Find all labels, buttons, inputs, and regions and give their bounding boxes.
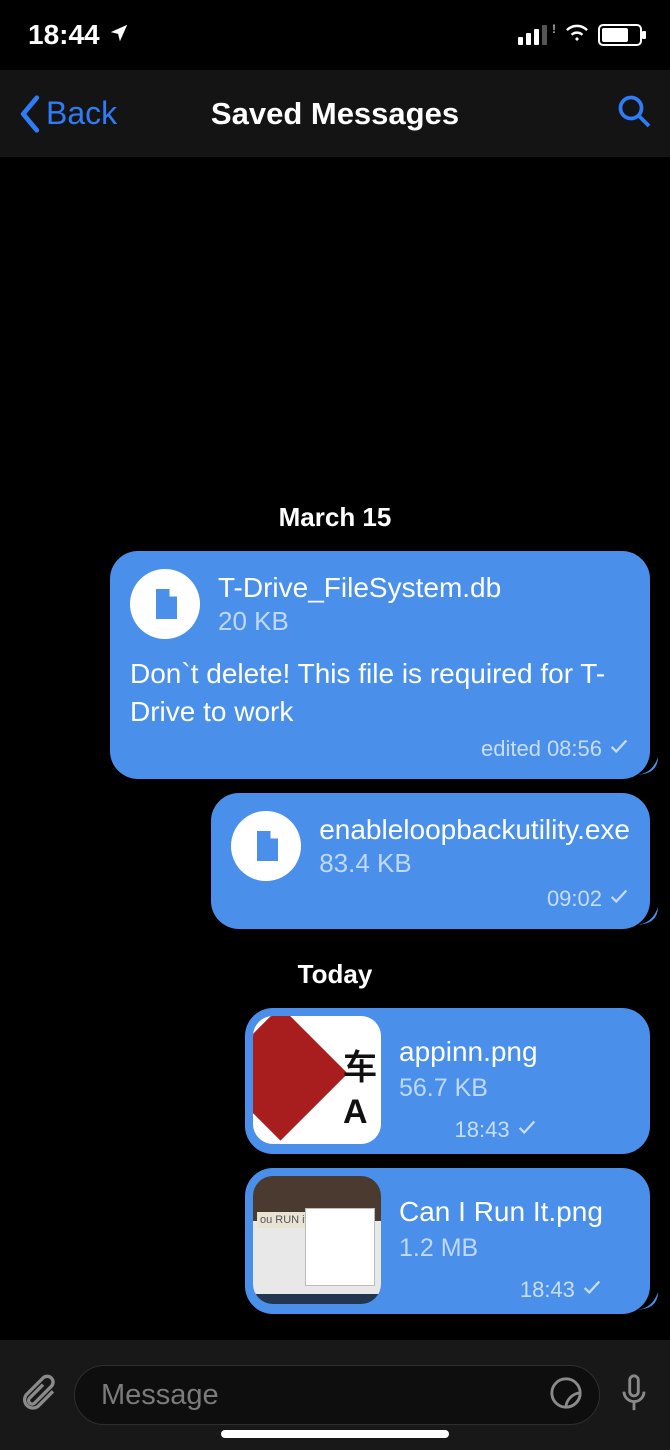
- date-separator: March 15: [0, 502, 670, 533]
- file-size: 56.7 KB: [399, 1074, 538, 1103]
- wifi-icon: [564, 19, 590, 52]
- status-time: 18:44: [28, 19, 100, 51]
- file-size: 83.4 KB: [319, 848, 630, 879]
- message-text: Don`t delete! This file is required for …: [130, 655, 630, 731]
- message-bubble[interactable]: enableloopbackutility.exe 83.4 KB 09:02: [211, 793, 650, 929]
- file-icon[interactable]: [130, 569, 200, 639]
- message-bubble[interactable]: appinn.png 56.7 KB 18:43: [245, 1008, 650, 1154]
- file-icon[interactable]: [231, 811, 301, 881]
- image-thumbnail[interactable]: ou RUN it: [253, 1176, 381, 1304]
- check-icon: [581, 1276, 603, 1304]
- check-icon: [608, 735, 630, 763]
- message-bubble[interactable]: ou RUN it Can I Run It.png 1.2 MB 18:43: [245, 1168, 650, 1314]
- search-icon: [616, 93, 652, 129]
- message-input[interactable]: Message: [74, 1365, 600, 1425]
- message-time: 18:43: [520, 1277, 575, 1303]
- file-name: appinn.png: [399, 1036, 538, 1068]
- message-row: ou RUN it Can I Run It.png 1.2 MB 18:43: [0, 1168, 670, 1314]
- back-label: Back: [46, 95, 117, 132]
- message-time: 08:56: [547, 736, 602, 762]
- paperclip-icon: [18, 1373, 58, 1413]
- thumb-text: ou RUN it: [257, 1212, 311, 1228]
- attach-button[interactable]: [18, 1373, 58, 1418]
- cellular-extra-icon: !: [552, 22, 556, 36]
- message-bubble[interactable]: T-Drive_FileSystem.db 20 KB Don`t delete…: [110, 551, 650, 779]
- nav-bar: Back Saved Messages: [0, 70, 670, 158]
- mic-icon: [616, 1373, 652, 1413]
- file-name: enableloopbackutility.exe: [319, 814, 630, 846]
- message-row: T-Drive_FileSystem.db 20 KB Don`t delete…: [0, 551, 670, 779]
- mic-button[interactable]: [616, 1373, 652, 1418]
- image-thumbnail[interactable]: [253, 1016, 381, 1144]
- file-name: T-Drive_FileSystem.db: [218, 572, 501, 604]
- message-row: appinn.png 56.7 KB 18:43: [0, 1008, 670, 1154]
- check-icon: [516, 1116, 538, 1144]
- message-time: 09:02: [547, 886, 602, 912]
- back-button[interactable]: Back: [18, 95, 117, 133]
- status-bar: 18:44 !: [0, 0, 670, 70]
- search-button[interactable]: [616, 93, 652, 134]
- location-icon: [108, 19, 130, 51]
- chat-area[interactable]: March 15 T-Drive_FileSystem.db 20 KB Don…: [0, 158, 670, 1340]
- message-row: enableloopbackutility.exe 83.4 KB 09:02: [0, 793, 670, 929]
- sticker-button[interactable]: [549, 1376, 583, 1415]
- message-placeholder: Message: [101, 1379, 549, 1412]
- file-name: Can I Run It.png: [399, 1196, 603, 1228]
- edited-label: edited: [481, 736, 541, 762]
- home-indicator[interactable]: [221, 1430, 449, 1438]
- sticker-icon: [549, 1376, 583, 1410]
- file-size: 1.2 MB: [399, 1234, 603, 1263]
- cellular-icon: [518, 25, 547, 45]
- date-separator: Today: [0, 959, 670, 990]
- message-time: 18:43: [455, 1117, 510, 1143]
- battery-icon: [598, 24, 642, 46]
- check-icon: [608, 885, 630, 913]
- input-bar: Message: [0, 1340, 670, 1450]
- file-size: 20 KB: [218, 606, 501, 637]
- chevron-left-icon: [18, 95, 42, 133]
